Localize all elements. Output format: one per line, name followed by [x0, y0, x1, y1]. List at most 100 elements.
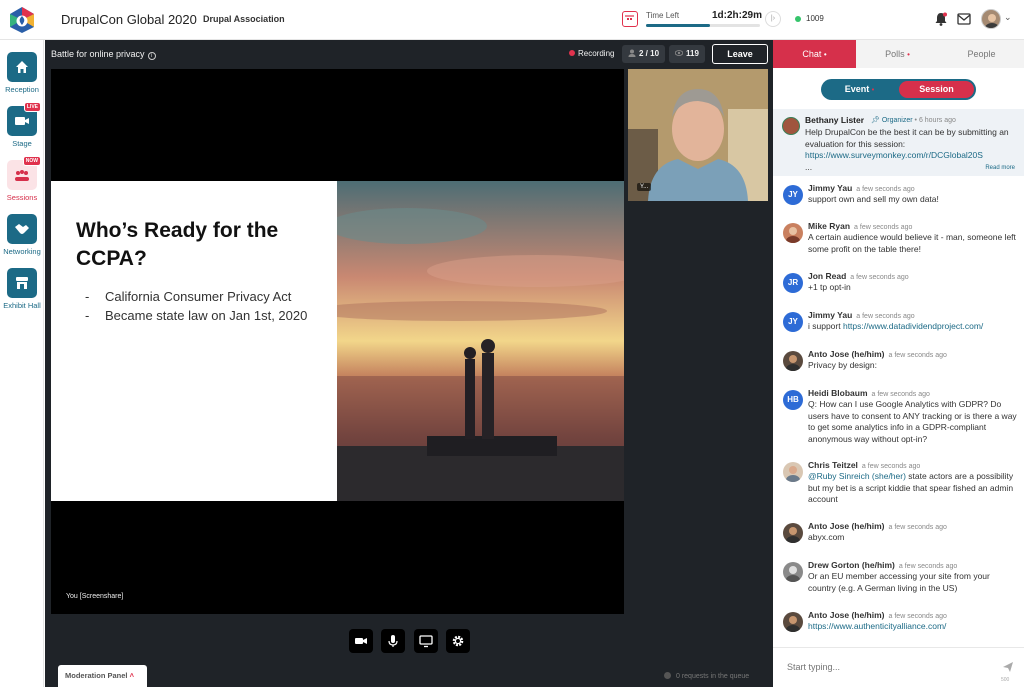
- moderation-panel-label: Moderation Panel: [65, 671, 128, 680]
- author-name: Anto Jose (he/him): [808, 521, 885, 531]
- user-avatar[interactable]: [981, 9, 1001, 29]
- message-text: Privacy by design:: [808, 360, 877, 370]
- message-text: @Ruby Sinreich (she/her) state actors ar…: [808, 471, 1018, 506]
- message-text: Or an EU member accessing your site from…: [808, 571, 990, 593]
- send-icon[interactable]: [1002, 661, 1014, 673]
- session-title-text: Battle for online privacy: [51, 49, 145, 59]
- video-camera-icon: [355, 638, 367, 644]
- unread-dot: •: [823, 50, 827, 59]
- message-time: a few seconds ago: [898, 563, 958, 570]
- message-text: support own and sell my own data!: [808, 194, 939, 204]
- viewers-count[interactable]: 119: [669, 45, 705, 63]
- read-more-link[interactable]: Read more: [985, 165, 1015, 171]
- tab-polls[interactable]: Polls •: [856, 40, 939, 68]
- tab-chat-label: Chat: [802, 49, 822, 59]
- message-time: a few seconds ago: [871, 391, 930, 398]
- top-bar: DrupalCon Global 2020 Drupal Association…: [0, 0, 1024, 40]
- unread-dot: •: [871, 87, 875, 94]
- session-title: Battle for online privacy i: [51, 49, 156, 60]
- online-count: 1009: [806, 14, 824, 23]
- message-time: a few seconds ago: [856, 313, 915, 320]
- author-name: Jon Read: [808, 271, 847, 281]
- avatar: [783, 351, 803, 371]
- collapse-toggle-icon[interactable]: |›: [765, 11, 781, 27]
- survey-link[interactable]: https://www.surveymonkey.com/r/DCGlobal2…: [805, 150, 983, 160]
- recording-dot: [569, 50, 575, 56]
- leave-button[interactable]: Leave: [712, 44, 768, 64]
- author-name: Anto Jose (he/him): [808, 349, 885, 359]
- message-time: a few seconds ago: [854, 224, 913, 231]
- moderation-panel-tab[interactable]: Moderation Panel ˄: [58, 665, 147, 687]
- message-text-body: Help DrupalCon be the best it can be by …: [805, 127, 1009, 149]
- author-name: Mike Ryan: [808, 221, 851, 231]
- user-mention[interactable]: @Ruby Sinreich (she/her): [808, 471, 906, 481]
- message-author: Anto Jose (he/him) a few seconds ago: [808, 610, 947, 620]
- toggle-session[interactable]: Session: [899, 81, 974, 98]
- mail-icon[interactable]: [957, 13, 971, 25]
- speakers-count-text: 2 / 10: [639, 49, 660, 58]
- nav-item-exhibit-hall[interactable]: Exhibit Hall: [0, 268, 44, 310]
- info-icon[interactable]: i: [147, 52, 156, 60]
- stage-area: Battle for online privacy i Recording 2 /…: [45, 40, 773, 687]
- message-time-text: 6 hours ago: [918, 117, 956, 124]
- author-name: Drew Gorton (he/him): [808, 560, 895, 570]
- avatar: JY: [783, 185, 803, 205]
- character-count: 500: [1001, 677, 1010, 683]
- message-link[interactable]: https://www.authenticityalliance.com/: [808, 621, 946, 631]
- message-author: Mike Ryan a few seconds ago: [808, 221, 912, 231]
- gear-icon: [452, 635, 464, 647]
- unread-dot: •: [907, 50, 910, 59]
- calendar-icon[interactable]: [622, 11, 638, 27]
- camera-toggle-button[interactable]: [349, 629, 373, 653]
- pinned-message: Bethany Lister 📌︎ Organizer • 6 hours ag…: [773, 109, 1024, 176]
- panel-tabs: Chat • Polls • People: [773, 40, 1024, 68]
- chat-message-input[interactable]: [787, 662, 977, 672]
- message-text: Help DrupalCon be the best it can be by …: [805, 127, 1015, 173]
- slide-bullets: California Consumer Privacy Act Became s…: [85, 287, 335, 325]
- message-time: a few seconds ago: [850, 274, 909, 281]
- chat-composer: 500: [773, 647, 1024, 687]
- tab-chat[interactable]: Chat •: [773, 40, 856, 68]
- message-author: Jimmy Yau a few seconds ago: [808, 310, 915, 320]
- tab-people-label: People: [967, 49, 996, 59]
- nav-item-stage[interactable]: LIVE Stage: [0, 102, 44, 148]
- message-text: https://www.authenticityalliance.com/: [808, 621, 1018, 633]
- message-author: Chris Teitzel a few seconds ago: [808, 460, 920, 470]
- screenshare-button[interactable]: [414, 629, 438, 653]
- notification-bell-icon[interactable]: [934, 12, 948, 26]
- microphone-icon: [388, 635, 398, 647]
- app-title: DrupalCon Global 2020: [61, 12, 197, 27]
- toggle-event[interactable]: Event •: [823, 81, 896, 98]
- author-name: Chris Teitzel: [808, 460, 858, 470]
- tab-people[interactable]: People: [939, 40, 1024, 68]
- queue-text: 0 requests in the queue: [676, 673, 750, 680]
- speakers-count[interactable]: 2 / 10: [622, 45, 666, 63]
- avatar: [783, 223, 803, 243]
- nav-item-sessions[interactable]: NOW Sessions: [0, 156, 44, 202]
- message-time: a few seconds ago: [856, 186, 915, 193]
- home-icon: [7, 52, 37, 82]
- monitor-icon: [419, 635, 433, 648]
- message-text: A certain audience would believe it - ma…: [808, 232, 1016, 254]
- screenshare-video[interactable]: Who’s Ready for the CCPA? California Con…: [51, 69, 624, 614]
- message-author: Anto Jose (he/him) a few seconds ago: [808, 349, 947, 359]
- nav-label: Sessions: [6, 193, 38, 202]
- microphone-toggle-button[interactable]: [381, 629, 405, 653]
- slide-title: Who’s Ready for the CCPA?: [76, 219, 279, 270]
- settings-button[interactable]: [446, 629, 470, 653]
- time-left-label: Time Left: [646, 11, 680, 20]
- eye-icon: [674, 50, 684, 56]
- nav-label: Stage: [12, 139, 32, 148]
- time-left-progress: [646, 24, 760, 27]
- chevron-down-icon[interactable]: ⌄: [1004, 12, 1012, 23]
- nav-item-reception[interactable]: Reception: [0, 52, 44, 94]
- time-left-progress-fill: [646, 24, 710, 27]
- slide-bullet: Became state law on Jan 1st, 2020: [85, 306, 335, 325]
- drupal-logo-icon[interactable]: [9, 6, 35, 34]
- camera-name-label: Y...: [637, 183, 652, 191]
- speaker-camera-feed[interactable]: Y...: [628, 69, 768, 201]
- author-name: Jimmy Yau: [808, 183, 853, 193]
- message-link[interactable]: https://www.datadividendproject.com/: [843, 321, 983, 331]
- message-text: i support https://www.datadividendprojec…: [808, 321, 1018, 333]
- nav-item-networking[interactable]: Networking: [0, 214, 44, 256]
